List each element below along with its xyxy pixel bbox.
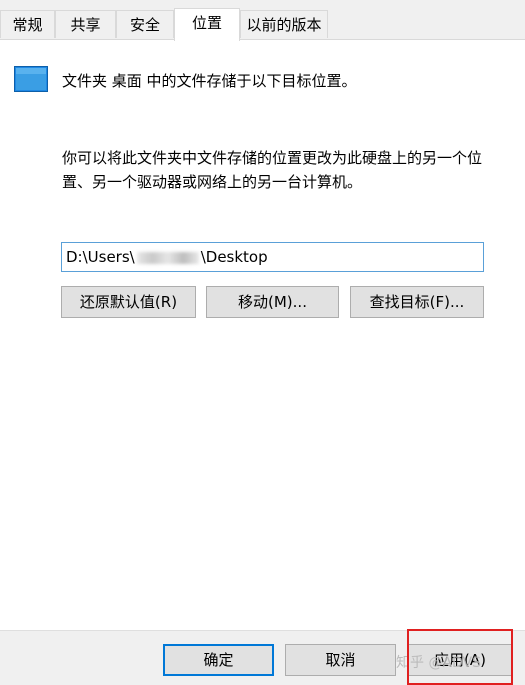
move-button[interactable]: 移动(M)... [206,286,339,318]
location-panel [0,40,525,630]
location-description: 你可以将此文件夹中文件存储的位置更改为此硬盘上的另一个位置、另一个驱动器或网络上… [62,149,483,191]
path-suffix: \Desktop [200,248,268,266]
cancel-button[interactable]: 取消 [285,644,396,676]
tab-previous-versions[interactable]: 以前的版本 [240,10,328,38]
ok-button[interactable]: 确定 [163,644,274,676]
redacted-username [136,251,199,264]
restore-default-button[interactable]: 还原默认值(R) [61,286,196,318]
tab-security[interactable]: 安全 [116,10,174,38]
desktop-folder-icon [14,66,48,92]
apply-highlight-box [407,629,513,685]
path-prefix: D:\Users\ [66,248,135,266]
tab-sharing[interactable]: 共享 [55,10,116,38]
path-field[interactable]: D:\Users\ \Desktop [61,242,484,272]
folder-location-info: 文件夹 桌面 中的文件存储于以下目标位置。 [62,72,357,90]
tab-general[interactable]: 常规 [0,10,55,38]
tab-location[interactable]: 位置 [174,8,240,41]
tab-bar: 常规 共享 安全 位置 以前的版本 [0,0,525,41]
find-target-button[interactable]: 查找目标(F)... [350,286,484,318]
